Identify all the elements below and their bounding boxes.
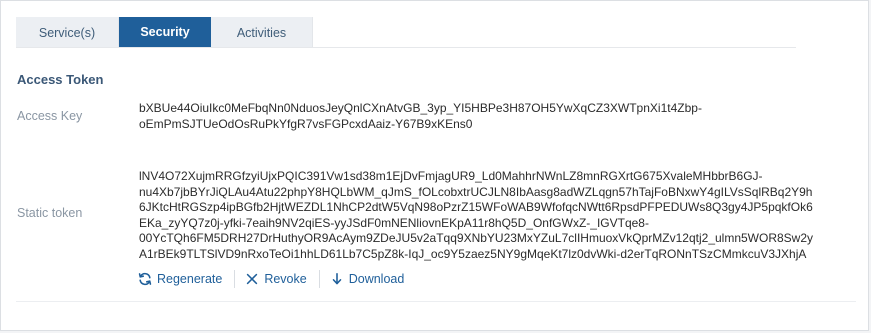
access-key-label: Access Key bbox=[17, 109, 83, 123]
access-key-value: bXBUe44OiuIkc0MeFbqNn0NduosJeyQnlCXnAtvG… bbox=[139, 100, 702, 132]
action-separator bbox=[318, 270, 320, 288]
tab-services[interactable]: Service(s) bbox=[16, 17, 119, 47]
regenerate-label: Regenerate bbox=[157, 272, 223, 286]
static-token-line: lNV4O72XujmRRGfzyiUjxPQIC391Vw1sd38m1EjD… bbox=[139, 169, 763, 183]
tab-activities[interactable]: Activities bbox=[211, 17, 313, 47]
access-key-line: oEmPmSJTUeOdOsRuPkYfgR7vsFGPcxdAaiz-Y67B… bbox=[139, 117, 473, 131]
action-separator bbox=[234, 270, 236, 288]
close-icon bbox=[247, 273, 258, 285]
tab-bar: Service(s) Security Activities bbox=[16, 17, 313, 47]
bottom-divider bbox=[16, 301, 856, 302]
revoke-label: Revoke bbox=[264, 272, 307, 286]
refresh-icon bbox=[138, 272, 152, 286]
security-panel: Service(s) Security Activities Access To… bbox=[0, 0, 869, 331]
section-title: Access Token bbox=[17, 72, 104, 87]
static-token-line: EKa_zyYQ7z0j-yfki-7eaih9NV2qiES-yyJSdF0m… bbox=[139, 215, 649, 230]
tab-divider bbox=[16, 47, 796, 48]
token-actions: Regenerate Revoke Download bbox=[138, 269, 404, 289]
static-token-line: 6JKtcHtRGSzp4ipBGfb2HjtWEZDL1NhCP2dtW5Vq… bbox=[139, 200, 813, 214]
static-token-line: A1rBEk9TLTSlVD9nRxoTeOi1hhLD61Lb7C5pZ8k-… bbox=[139, 246, 807, 261]
regenerate-button[interactable]: Regenerate bbox=[138, 272, 222, 286]
tab-security[interactable]: Security bbox=[119, 17, 211, 47]
static-token-value: lNV4O72XujmRRGfzyiUjxPQIC391Vw1sd38m1EjD… bbox=[139, 169, 813, 262]
revoke-button[interactable]: Revoke bbox=[245, 272, 307, 286]
static-token-line: nu4Xb7jbBYrJiQLAu4Atu22phpY8HQLbWM_qJmS_… bbox=[139, 184, 813, 199]
download-label: Download bbox=[348, 272, 405, 286]
access-key-line: bXBUe44OiuIkc0MeFbqNn0NduosJeyQnlCXnAtvG… bbox=[139, 101, 702, 115]
download-button[interactable]: Download bbox=[330, 272, 405, 286]
download-icon bbox=[332, 272, 342, 285]
static-token-line: 00YcTQh6FM5DRH27DrHuthyOR9AcAym9ZDeJU5v2… bbox=[139, 231, 814, 245]
static-token-label: Static token bbox=[17, 206, 83, 220]
